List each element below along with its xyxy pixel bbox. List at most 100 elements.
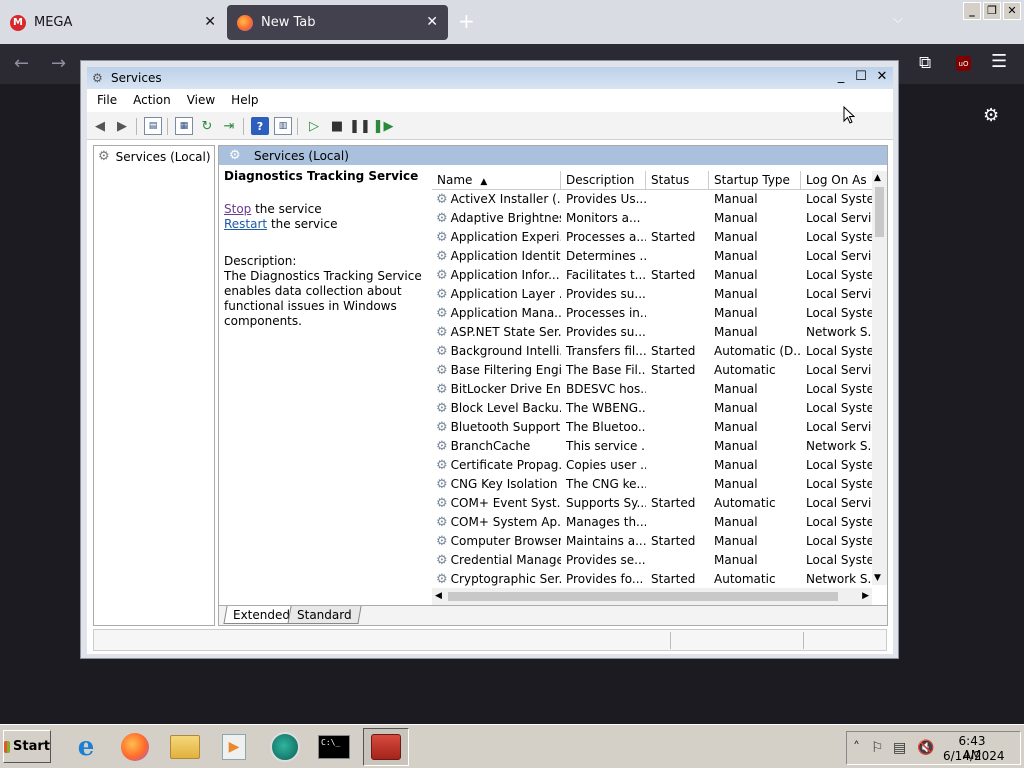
restart-service-link[interactable]: Restart xyxy=(224,217,267,231)
back-arrow-icon[interactable]: ← xyxy=(14,55,29,73)
menu-file[interactable]: File xyxy=(97,93,117,107)
column-header-log-on-as[interactable]: Log On As xyxy=(801,171,872,190)
list-header: Name ▲ Description Status Startup Type Lo… xyxy=(432,171,872,190)
table-row[interactable]: ⚙ Block Level Backu... The WBENG... Manual L… xyxy=(432,399,872,418)
cell-name: ⚙ Application Identity xyxy=(432,247,561,266)
show-hidden-icons-chevron-icon[interactable]: ˄ xyxy=(853,740,860,756)
restore-button[interactable]: ❐ xyxy=(983,2,1001,20)
command-prompt-icon[interactable]: C:\_ xyxy=(317,730,351,764)
services-maximize-button[interactable]: ☐ xyxy=(852,69,870,86)
services-taskbar-button[interactable] xyxy=(363,728,409,766)
table-row[interactable]: ⚙ Background Intelli... Transfers fil... St… xyxy=(432,342,872,361)
table-row[interactable]: ⚙ ActiveX Installer (... Provides Us... Man… xyxy=(432,190,872,209)
menu-view[interactable]: View xyxy=(187,93,215,107)
cell-name: ⚙ Adaptive Brightness xyxy=(432,209,561,228)
forward-icon[interactable]: ▶ xyxy=(113,117,131,135)
pause-service-icon[interactable]: ❚❚ xyxy=(349,117,371,135)
firefox-taskbar-icon[interactable] xyxy=(118,730,152,764)
tab-close-icon[interactable]: ✕ xyxy=(204,14,216,30)
table-row[interactable]: ⚙ Certificate Propag... Copies user ... Man… xyxy=(432,456,872,475)
tab-new-tab[interactable]: New Tab ✕ xyxy=(227,5,448,40)
column-header-startup-type[interactable]: Startup Type xyxy=(709,171,801,190)
network-icon[interactable]: ▤ xyxy=(893,740,906,756)
table-row[interactable]: ⚙ Adaptive Brightness Monitors a... Manual L… xyxy=(432,209,872,228)
start-button[interactable]: Start xyxy=(3,730,51,763)
menu-action[interactable]: Action xyxy=(133,93,171,107)
stop-service-icon[interactable]: ■ xyxy=(328,117,346,135)
table-row[interactable]: ⚙ BitLocker Drive En... BDESVC hos... Manua… xyxy=(432,380,872,399)
cell-name: ⚙ Cryptographic Ser... xyxy=(432,570,561,589)
tab-list-chevron-icon[interactable]: ⌵ xyxy=(893,12,903,27)
column-header-status[interactable]: Status xyxy=(646,171,709,190)
media-player-icon[interactable]: ▶ xyxy=(217,730,251,764)
table-row[interactable]: ⚙ Bluetooth Support... The Bluetoo... Manua… xyxy=(432,418,872,437)
show-action-pane-icon[interactable]: ▥ xyxy=(274,117,292,135)
export-list-icon[interactable]: ⇥ xyxy=(220,117,238,135)
internet-explorer-icon[interactable]: e xyxy=(69,730,103,764)
services-window: ⚙ Services _ ☐ ✕ File Action View Help ◀… xyxy=(80,60,899,659)
new-tab-plus-icon[interactable]: + xyxy=(458,10,475,32)
table-row[interactable]: ⚙ BranchCache This service ... Manual Networ… xyxy=(432,437,872,456)
vertical-scrollbar[interactable]: ▲ ▼ xyxy=(872,171,887,585)
scroll-up-icon[interactable]: ▲ xyxy=(874,173,881,183)
back-icon[interactable]: ◀ xyxy=(91,117,109,135)
restart-service-icon[interactable]: ❚▶ xyxy=(373,117,394,135)
start-service-play-icon[interactable]: ▷ xyxy=(305,117,323,135)
close-button[interactable]: ✕ xyxy=(1003,2,1021,20)
table-row[interactable]: ⚙ Application Experi... Processes a... Star… xyxy=(432,228,872,247)
tab-standard[interactable]: Standard xyxy=(287,606,362,624)
cell-startup-type: Manual xyxy=(714,306,758,320)
scroll-left-icon[interactable]: ◀ xyxy=(435,591,442,601)
table-row[interactable]: ⚙ CNG Key Isolation The CNG ke... Manual Loc… xyxy=(432,475,872,494)
column-header-name[interactable]: Name ▲ xyxy=(432,171,561,190)
services-title-bar[interactable]: ⚙ Services _ ☐ ✕ xyxy=(87,67,893,89)
cell-log-on-as: Local Syste... xyxy=(806,534,872,548)
properties-icon[interactable]: ▦ xyxy=(175,117,193,135)
stop-service-link[interactable]: Stop xyxy=(224,202,251,216)
scroll-down-icon[interactable]: ▼ xyxy=(874,573,881,583)
table-row[interactable]: ⚙ Application Identity Determines ... Manua… xyxy=(432,247,872,266)
table-row[interactable]: ⚙ Computer Browser Maintains a... Started Ma… xyxy=(432,532,872,551)
table-row[interactable]: ⚙ Application Mana... Processes in... Manua… xyxy=(432,304,872,323)
cell-startup-type: Manual xyxy=(714,420,758,434)
table-row[interactable]: ⚙ ASP.NET State Ser... Provides su... Manua… xyxy=(432,323,872,342)
cell-name: ⚙ ActiveX Installer (... xyxy=(432,190,561,209)
tree-item-services-local[interactable]: ⚙ Services (Local) xyxy=(98,149,211,164)
volume-muted-icon[interactable]: 🔇 xyxy=(917,740,934,756)
table-row[interactable]: ⚙ Credential Manager Provides se... Manual L… xyxy=(432,551,872,570)
minimize-button[interactable]: _ xyxy=(963,2,981,20)
services-minimize-button[interactable]: _ xyxy=(832,69,850,86)
horizontal-scrollbar[interactable]: ◀ ▶ xyxy=(432,588,872,605)
table-row[interactable]: ⚙ Application Layer ... Provides su... Manu… xyxy=(432,285,872,304)
table-row[interactable]: ⚙ COM+ System Ap... Manages th... Manual Loc… xyxy=(432,513,872,532)
refresh-icon[interactable]: ↻ xyxy=(198,117,216,135)
clock-date[interactable]: 6/14/2024 xyxy=(943,749,1005,763)
horizontal-scroll-thumb[interactable] xyxy=(448,592,838,601)
table-row[interactable]: ⚙ Cryptographic Ser... Provides fo... Start… xyxy=(432,570,872,589)
service-gear-icon: ⚙ xyxy=(436,230,448,245)
page-settings-gear-icon[interactable]: ⚙ xyxy=(983,105,999,126)
cell-name: ⚙ Bluetooth Support... xyxy=(432,418,561,437)
toolbar: ◀ ▶ ▤ ▦ ↻ ⇥ ? ▥ ▷ ■ ❚❚ ❚▶ xyxy=(87,112,893,140)
hamburger-menu-icon[interactable]: ☰ xyxy=(991,53,1007,71)
globe-app-icon[interactable] xyxy=(268,730,302,764)
tab-mega[interactable]: M MEGA ✕ xyxy=(0,5,226,40)
show-hide-console-tree-icon[interactable]: ▤ xyxy=(144,117,162,135)
file-explorer-icon[interactable] xyxy=(168,730,202,764)
table-row[interactable]: ⚙ Application Infor... Facilitates t... Sta… xyxy=(432,266,872,285)
flag-icon[interactable]: ⚐ xyxy=(871,740,884,756)
extensions-icon[interactable]: ⧉ xyxy=(919,54,931,72)
forward-arrow-icon[interactable]: → xyxy=(51,55,66,73)
service-name-text: Base Filtering Engi... xyxy=(450,363,561,377)
services-close-button[interactable]: ✕ xyxy=(873,69,891,86)
table-row[interactable]: ⚙Base Filtering Engi... The Base Fil... St… xyxy=(432,361,872,380)
column-header-description[interactable]: Description xyxy=(561,171,646,190)
vertical-scroll-thumb[interactable] xyxy=(875,187,884,237)
scroll-right-icon[interactable]: ▶ xyxy=(862,591,869,601)
table-row[interactable]: ⚙ COM+ Event Syst... Supports Sy... Started… xyxy=(432,494,872,513)
cell-description: Provides se... xyxy=(566,553,646,567)
help-icon[interactable]: ? xyxy=(251,117,269,135)
ublock-icon[interactable]: uO xyxy=(956,56,971,71)
tab-close-icon[interactable]: ✕ xyxy=(426,14,438,30)
menu-help[interactable]: Help xyxy=(231,93,258,107)
